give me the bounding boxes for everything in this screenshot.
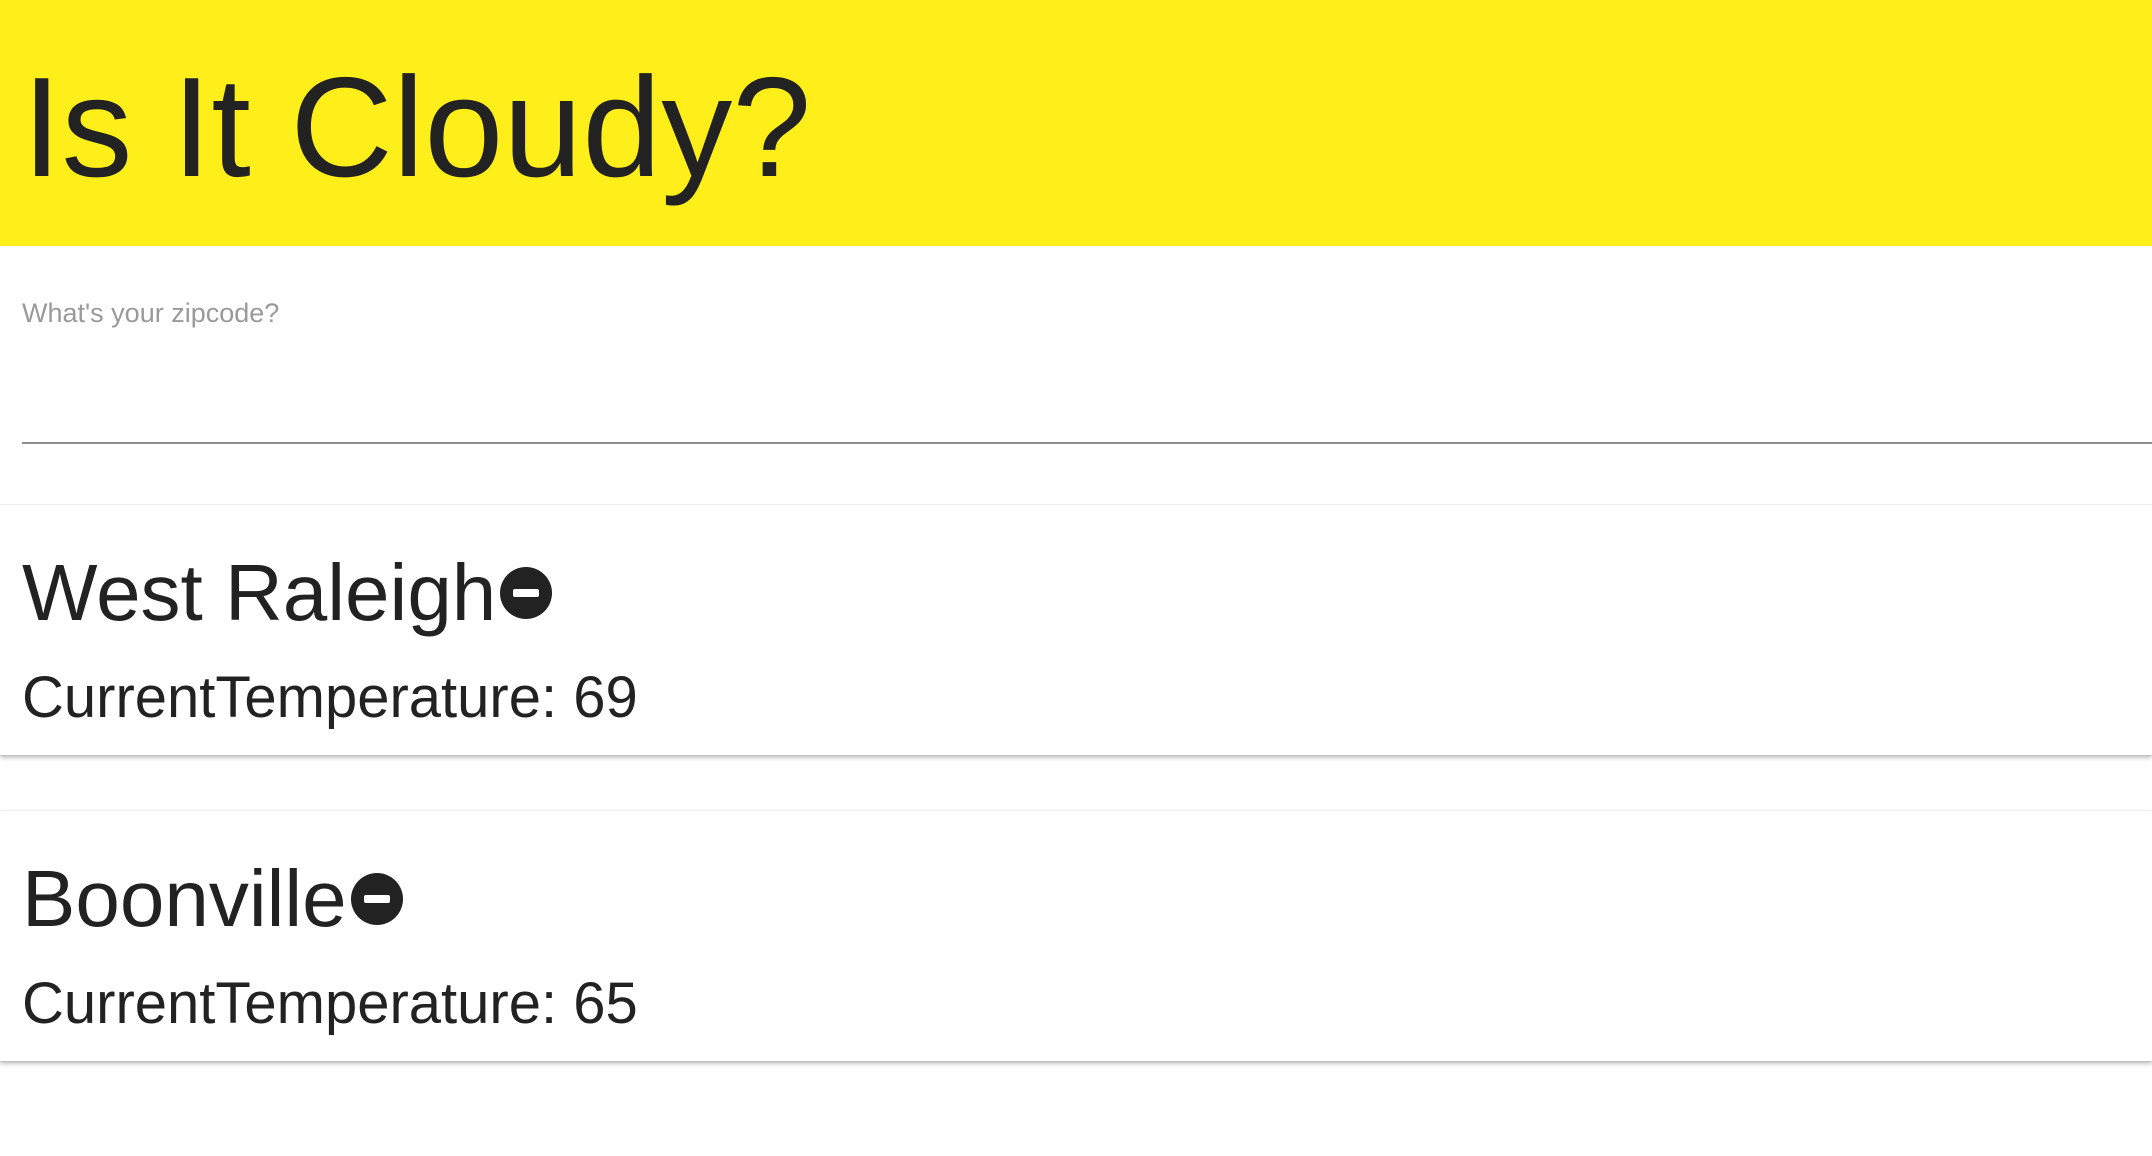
location-name: West Raleigh <box>22 548 497 637</box>
temperature-label: CurrentTemperature: <box>22 665 558 730</box>
location-header: Boonville <box>22 849 403 949</box>
temperature-label: CurrentTemperature: <box>22 971 558 1036</box>
location-card: West Raleigh CurrentTemperature: 69 <box>0 504 2152 755</box>
location-name: Boonville <box>22 854 347 943</box>
zipcode-label: What's your zipcode? <box>22 298 280 328</box>
location-header: West Raleigh <box>22 543 553 643</box>
location-card: Boonville CurrentTemperature: 65 <box>0 810 2152 1061</box>
current-temperature: CurrentTemperature: 65 <box>22 969 638 1039</box>
temperature-value: 69 <box>573 665 638 730</box>
remove-circle-icon[interactable] <box>500 567 553 619</box>
current-temperature: CurrentTemperature: 69 <box>22 663 638 733</box>
app: Is It Cloudy? What's your zipcode? West … <box>0 0 2152 1156</box>
zipcode-input[interactable] <box>22 352 2152 444</box>
zipcode-field: What's your zipcode? <box>22 292 2152 448</box>
app-header: Is It Cloudy? <box>0 0 2152 246</box>
temperature-value: 65 <box>573 971 638 1036</box>
page-title: Is It Cloudy? <box>22 48 812 207</box>
remove-circle-icon[interactable] <box>350 873 403 925</box>
